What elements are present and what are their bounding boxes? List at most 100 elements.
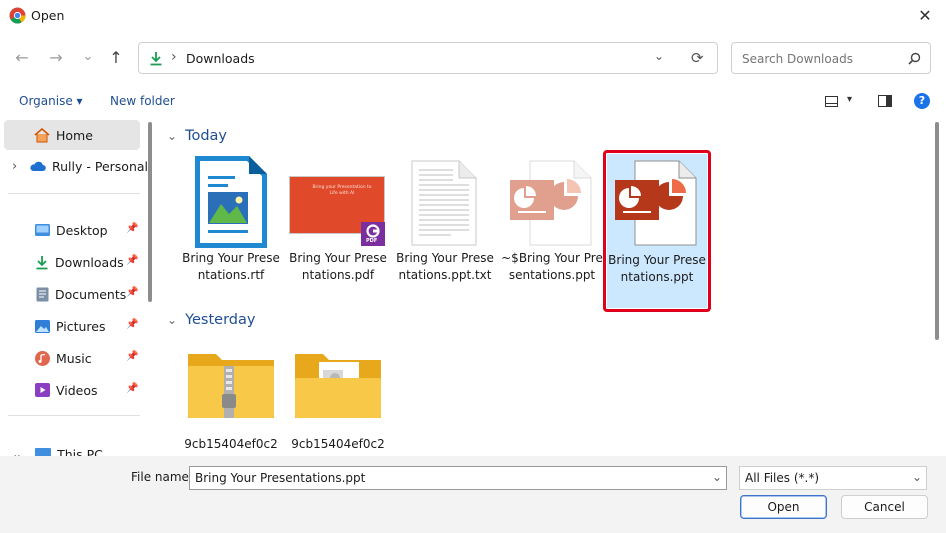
file-item-zip-folder[interactable]: 9cb15404ef0c2 xyxy=(179,338,283,453)
desktop-icon xyxy=(35,224,50,236)
file-list: ⌄ Today Bring Your Presentations.rtf Bri… xyxy=(157,118,929,456)
downloads-icon xyxy=(36,255,48,269)
content-scrollbar[interactable] xyxy=(929,118,946,456)
file-name: Bring Your Presentations.pdf xyxy=(289,251,387,282)
content-scroll-thumb[interactable] xyxy=(935,122,939,340)
navigation-pane: Home › Rully - Personal Desktop 📌 Downlo… xyxy=(0,118,148,456)
caret-down-icon: ▾ xyxy=(76,94,83,108)
sidebar-item-label: Desktop xyxy=(56,222,108,238)
group-header-today[interactable]: ⌄ Today xyxy=(167,128,227,144)
file-name: ~$Bring Your Presentations.ppt xyxy=(501,251,603,282)
chrome-icon xyxy=(9,7,26,24)
filename-dropdown-icon[interactable]: ⌄ xyxy=(712,466,722,488)
chevron-down-icon[interactable]: ⌄ xyxy=(12,447,22,456)
sidebar-item-documents[interactable]: Documents 📌 xyxy=(0,280,148,308)
sidebar-item-label: Rully - Personal xyxy=(52,158,148,174)
file-type-select[interactable]: All Files (*.*) ⌄ xyxy=(739,466,927,490)
sidebar-item-music[interactable]: Music 📌 xyxy=(0,344,148,372)
organise-button[interactable]: Organise ▾ xyxy=(19,94,83,108)
sidebar-item-this-pc[interactable]: ⌄ This PC xyxy=(0,440,148,456)
folder-icon xyxy=(295,354,381,418)
collapse-icon[interactable]: ⌄ xyxy=(167,313,177,327)
view-dropdown-icon[interactable]: ▾ xyxy=(847,94,852,105)
powerpoint-document-icon xyxy=(510,160,592,246)
file-type-dropdown-icon[interactable]: ⌄ xyxy=(912,466,922,488)
file-name: 9cb15404ef0c2 xyxy=(184,437,278,451)
file-name: Bring Your Presentations.ppt xyxy=(608,253,706,284)
search-icon[interactable] xyxy=(908,52,921,65)
zip-folder-icon xyxy=(188,354,274,418)
preview-pane-icon[interactable] xyxy=(878,95,892,107)
pin-icon: 📌 xyxy=(126,351,139,362)
forward-button[interactable]: → xyxy=(45,47,67,69)
writer-document-icon xyxy=(195,156,267,248)
file-item-ppt-selected[interactable]: Bring Your Presentations.ppt xyxy=(607,154,707,308)
file-name: Bring Your Presentations.ppt.txt xyxy=(396,251,494,282)
back-button[interactable]: ← xyxy=(11,47,33,69)
search-box[interactable] xyxy=(731,42,931,74)
collapse-icon[interactable]: ⌄ xyxy=(167,129,177,143)
sidebar-item-label: Home xyxy=(56,127,93,143)
file-item-rtf[interactable]: Bring Your Presentations.rtf xyxy=(179,152,283,284)
chevron-right-icon[interactable]: › xyxy=(12,159,17,174)
downloads-icon xyxy=(150,52,162,66)
pdf-badge-icon: PDF xyxy=(361,222,385,246)
dialog-footer: File name: Bring Your Presentations.ppt … xyxy=(0,456,946,533)
title-bar: Open ✕ xyxy=(0,0,946,32)
pin-icon: 📌 xyxy=(126,383,139,394)
pictures-icon xyxy=(35,319,50,333)
file-name: 9cb15404ef0c2 xyxy=(291,437,385,451)
sidebar-item-onedrive[interactable]: › Rully - Personal xyxy=(0,152,148,180)
file-item-temp-ppt[interactable]: ~$Bring Your Presentations.ppt xyxy=(500,152,604,284)
group-header-yesterday[interactable]: ⌄ Yesterday xyxy=(167,312,255,328)
file-item-txt[interactable]: Bring Your Presentations.ppt.txt xyxy=(393,152,497,284)
videos-icon xyxy=(35,383,50,397)
address-bar[interactable]: › Downloads ⌄ ⟳ xyxy=(138,42,718,74)
sidebar-item-desktop[interactable]: Desktop 📌 xyxy=(0,216,148,244)
sidebar-scroll-thumb[interactable] xyxy=(148,122,152,302)
group-label: Yesterday xyxy=(185,312,256,328)
text-document-icon xyxy=(411,160,477,246)
sidebar-item-label: Pictures xyxy=(56,318,106,334)
sidebar-divider xyxy=(8,193,140,194)
music-icon xyxy=(35,350,50,366)
home-icon xyxy=(34,127,50,142)
pin-icon: 📌 xyxy=(126,287,139,298)
powerpoint-document-icon xyxy=(615,160,697,246)
search-input[interactable] xyxy=(740,49,904,69)
breadcrumb-separator: › xyxy=(171,49,177,65)
sidebar-item-pictures[interactable]: Pictures 📌 xyxy=(0,312,148,340)
file-type-value: All Files (*.*) xyxy=(745,471,820,485)
sidebar-item-label: Downloads xyxy=(55,254,124,270)
window-title: Open xyxy=(31,8,65,23)
refresh-icon[interactable]: ⟳ xyxy=(691,49,704,67)
command-bar: Organise ▾ New folder ▾ ? xyxy=(0,88,946,116)
sidebar-item-label: Documents xyxy=(55,286,127,302)
sidebar-item-label: This PC xyxy=(57,446,103,457)
file-item-folder[interactable]: 9cb15404ef0c2 xyxy=(286,338,390,453)
sidebar-divider xyxy=(8,415,140,416)
pin-icon: 📌 xyxy=(126,223,139,234)
view-icon[interactable] xyxy=(825,96,838,107)
cancel-button[interactable]: Cancel xyxy=(841,495,928,519)
sidebar-scrollbar[interactable] xyxy=(148,118,154,456)
filename-label: File name: xyxy=(131,470,193,484)
address-dropdown-icon[interactable]: ⌄ xyxy=(654,49,664,63)
group-label: Today xyxy=(185,128,227,144)
sidebar-item-home[interactable]: Home xyxy=(4,120,140,150)
recent-locations-button[interactable]: ⌄ xyxy=(77,46,99,68)
filename-input[interactable]: Bring Your Presentations.ppt ⌄ xyxy=(189,466,727,490)
pc-icon xyxy=(35,448,52,456)
sidebar-item-downloads[interactable]: Downloads 📌 xyxy=(0,248,148,276)
sidebar-item-videos[interactable]: Videos 📌 xyxy=(0,376,148,404)
up-button[interactable]: ↑ xyxy=(105,47,127,69)
close-icon[interactable]: ✕ xyxy=(914,5,936,27)
sidebar-item-label: Videos xyxy=(56,382,98,398)
file-item-pdf[interactable]: Bring your Presentation to Life with AI … xyxy=(286,152,390,284)
open-button[interactable]: Open xyxy=(740,495,827,519)
sidebar-item-label: Music xyxy=(56,350,92,366)
new-folder-button[interactable]: New folder xyxy=(110,94,175,108)
help-icon[interactable]: ? xyxy=(914,93,930,109)
documents-icon xyxy=(36,287,49,301)
breadcrumb-downloads[interactable]: Downloads xyxy=(186,51,255,66)
